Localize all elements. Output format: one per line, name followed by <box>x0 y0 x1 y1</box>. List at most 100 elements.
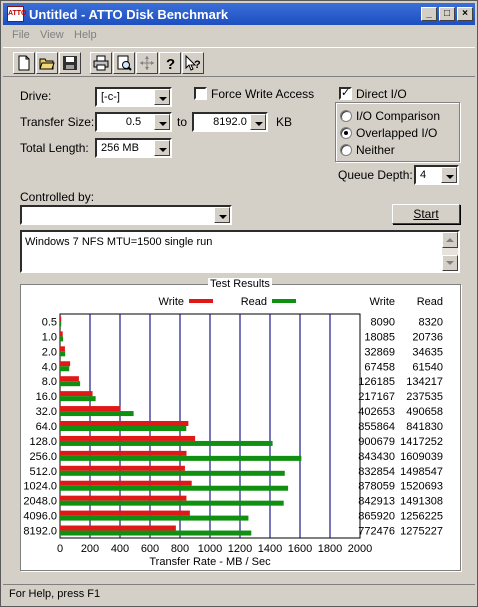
read-bar <box>60 411 134 417</box>
read-bar <box>60 321 62 327</box>
write-bar <box>60 361 71 367</box>
total-length-value: 256 MB <box>101 142 139 154</box>
toolbar: ? ? <box>3 47 475 77</box>
write-value: 843430 <box>358 451 395 463</box>
neither-radio[interactable] <box>340 144 352 156</box>
size-label: 256.0 <box>29 451 57 463</box>
close-button[interactable]: × <box>457 7 473 21</box>
x-tick-label: 200 <box>81 543 99 555</box>
write-column-header: Write <box>370 296 395 308</box>
write-bar <box>60 346 65 352</box>
write-bar <box>60 510 190 516</box>
write-bar <box>60 450 187 456</box>
write-bar <box>60 331 63 337</box>
move-icon[interactable] <box>136 52 158 74</box>
title-bar[interactable]: ATTO Untitled - ATTO Disk Benchmark _ □ … <box>3 3 475 25</box>
controlled-by-select[interactable] <box>20 205 232 225</box>
write-bar <box>60 465 185 471</box>
write-bar <box>60 406 121 412</box>
read-bar <box>60 515 249 521</box>
transfer-size-to-dropdown-button[interactable] <box>250 114 266 130</box>
size-label: 32.0 <box>36 406 57 418</box>
scroll-down-arrow[interactable] <box>442 255 458 271</box>
size-label: 64.0 <box>36 421 57 433</box>
window-title: Untitled - ATTO Disk Benchmark <box>29 7 229 22</box>
menu-view[interactable]: View <box>40 29 64 41</box>
size-label: 2048.0 <box>23 496 57 508</box>
force-write-checkbox[interactable] <box>194 87 207 100</box>
maximize-button[interactable]: □ <box>439 7 455 21</box>
overlapped-io-radio[interactable] <box>340 127 352 139</box>
size-label: 4096.0 <box>23 511 57 523</box>
context-help-icon[interactable]: ? <box>182 52 204 74</box>
read-bar <box>60 455 302 461</box>
print-icon[interactable] <box>90 52 112 74</box>
legend-write-label: Write <box>159 296 184 308</box>
help-icon[interactable]: ? <box>159 52 181 74</box>
total-length-dropdown-button[interactable] <box>154 140 170 156</box>
size-label: 128.0 <box>29 436 57 448</box>
save-icon[interactable] <box>59 52 81 74</box>
x-tick-label: 1000 <box>198 543 222 555</box>
read-bar <box>60 440 273 446</box>
open-folder-icon[interactable] <box>36 52 58 74</box>
size-label: 0.5 <box>42 316 57 328</box>
drive-value: [-c-] <box>101 91 120 103</box>
description-textarea[interactable]: Windows 7 NFS MTU=1500 single run <box>20 230 460 273</box>
description-scrollbar[interactable] <box>442 232 458 271</box>
read-value: 237535 <box>406 391 443 403</box>
read-value: 1256225 <box>400 511 443 523</box>
write-bar <box>60 376 79 382</box>
read-value: 1498547 <box>400 466 443 478</box>
test-results-title: Test Results <box>208 278 272 290</box>
read-bar <box>60 381 81 387</box>
x-tick-label: 1400 <box>258 543 282 555</box>
write-value: 832854 <box>358 466 395 478</box>
controlled-by-dropdown-button[interactable] <box>214 207 230 223</box>
read-value: 1275227 <box>400 526 443 538</box>
read-bar <box>60 336 64 342</box>
x-tick-label: 400 <box>111 543 129 555</box>
overlapped-io-label[interactable]: Overlapped I/O <box>356 126 437 140</box>
io-comparison-radio[interactable] <box>340 110 352 122</box>
scroll-up-arrow[interactable] <box>442 232 458 248</box>
size-label: 512.0 <box>29 466 57 478</box>
direct-io-checkbox[interactable]: ✓ <box>339 87 352 100</box>
x-tick-label: 2000 <box>348 543 372 555</box>
x-tick-label: 1600 <box>288 543 312 555</box>
size-label: 16.0 <box>36 391 57 403</box>
minimize-button[interactable]: _ <box>421 7 437 21</box>
drive-label: Drive: <box>20 89 52 103</box>
read-bar <box>60 530 252 536</box>
drive-dropdown-button[interactable] <box>154 89 170 105</box>
transfer-size-from-dropdown-button[interactable] <box>154 114 170 130</box>
menu-file[interactable]: File <box>12 29 30 41</box>
new-file-icon[interactable] <box>13 52 35 74</box>
write-value: 842913 <box>358 496 395 508</box>
write-bar <box>60 525 176 531</box>
neither-label[interactable]: Neither <box>356 143 395 157</box>
read-value: 20736 <box>412 331 443 343</box>
write-bar <box>60 495 187 501</box>
force-write-label[interactable]: Force Write Access <box>211 87 314 101</box>
x-tick-label: 1200 <box>228 543 252 555</box>
read-bar <box>60 470 285 476</box>
size-label: 1.0 <box>42 331 57 343</box>
svg-text:?: ? <box>166 56 175 71</box>
app-window: ATTO Untitled - ATTO Disk Benchmark _ □ … <box>0 0 478 607</box>
read-value: 1609039 <box>400 451 443 463</box>
svg-text:?: ? <box>194 59 201 71</box>
transfer-unit-label: KB <box>276 115 293 129</box>
menu-help[interactable]: Help <box>74 29 97 41</box>
direct-io-label[interactable]: Direct I/O <box>356 87 407 101</box>
write-value: 865920 <box>358 511 395 523</box>
transfer-size-from-value: 0.5 <box>125 116 142 128</box>
io-comparison-label[interactable]: I/O Comparison <box>356 109 440 123</box>
write-value: 217167 <box>358 391 395 403</box>
queue-depth-dropdown-button[interactable] <box>441 167 457 183</box>
print-preview-icon[interactable] <box>113 52 135 74</box>
start-button[interactable]: Start <box>392 204 460 224</box>
queue-depth-value: 4 <box>420 169 427 181</box>
test-results-panel: 0 200 400 600 800 1000 1200 1400 1600 1800 2000 Wri… <box>20 284 461 571</box>
write-bar <box>60 480 192 486</box>
